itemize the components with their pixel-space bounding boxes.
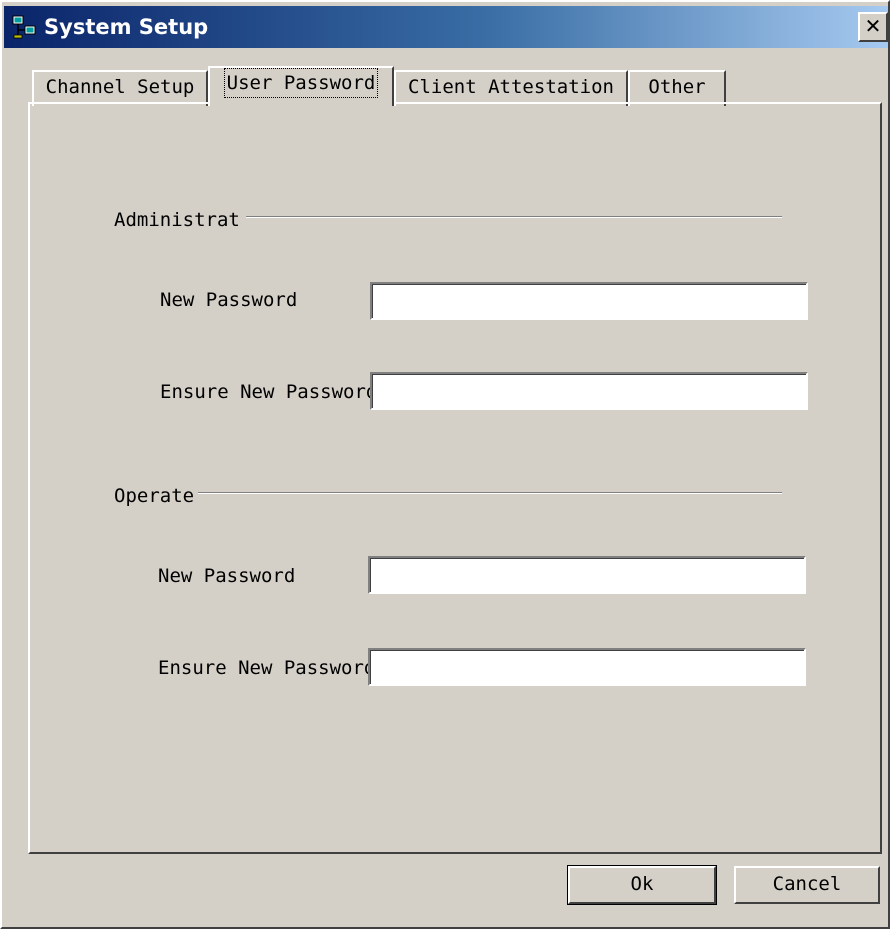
- title-bar[interactable]: System Setup: [4, 6, 888, 48]
- network-computer-icon: [12, 15, 36, 39]
- admin-ensure-password-field[interactable]: [370, 372, 808, 410]
- tab-label: Channel Setup: [45, 76, 195, 98]
- operate-new-password-field[interactable]: [368, 556, 806, 594]
- tab-user-password[interactable]: User Password: [208, 66, 394, 106]
- tab-other[interactable]: Other: [628, 70, 726, 106]
- tab-label: Client Attestation: [408, 76, 614, 98]
- tab-channel-setup[interactable]: Channel Setup: [32, 70, 208, 106]
- operate-group-title: Operate: [114, 485, 195, 507]
- tab-label: User Password: [223, 68, 379, 98]
- tab-client-attestation[interactable]: Client Attestation: [394, 70, 628, 106]
- ok-button[interactable]: Ok: [567, 865, 717, 905]
- window-title: System Setup: [44, 15, 209, 39]
- admin-new-password-label: New Password: [160, 289, 298, 311]
- admin-group-divider: [246, 216, 782, 218]
- ok-button-label: Ok: [630, 873, 654, 895]
- cancel-button-label: Cancel: [772, 873, 842, 895]
- admin-group-title: Administrat: [114, 209, 240, 231]
- admin-new-password-field[interactable]: [370, 282, 808, 320]
- operate-ensure-password-label: Ensure New Password: [158, 657, 368, 679]
- operate-new-password-label: New Password: [158, 565, 296, 587]
- admin-ensure-password-label: Ensure New Password: [160, 381, 370, 403]
- system-setup-dialog: System Setup ✕ Channel Setup User Passwo…: [0, 0, 890, 929]
- operate-group-divider: [198, 492, 782, 494]
- close-icon: ✕: [864, 14, 882, 38]
- cancel-button[interactable]: Cancel: [734, 866, 880, 904]
- tab-label: Other: [648, 76, 706, 98]
- close-button[interactable]: ✕: [858, 12, 888, 42]
- operate-ensure-password-field[interactable]: [368, 648, 806, 686]
